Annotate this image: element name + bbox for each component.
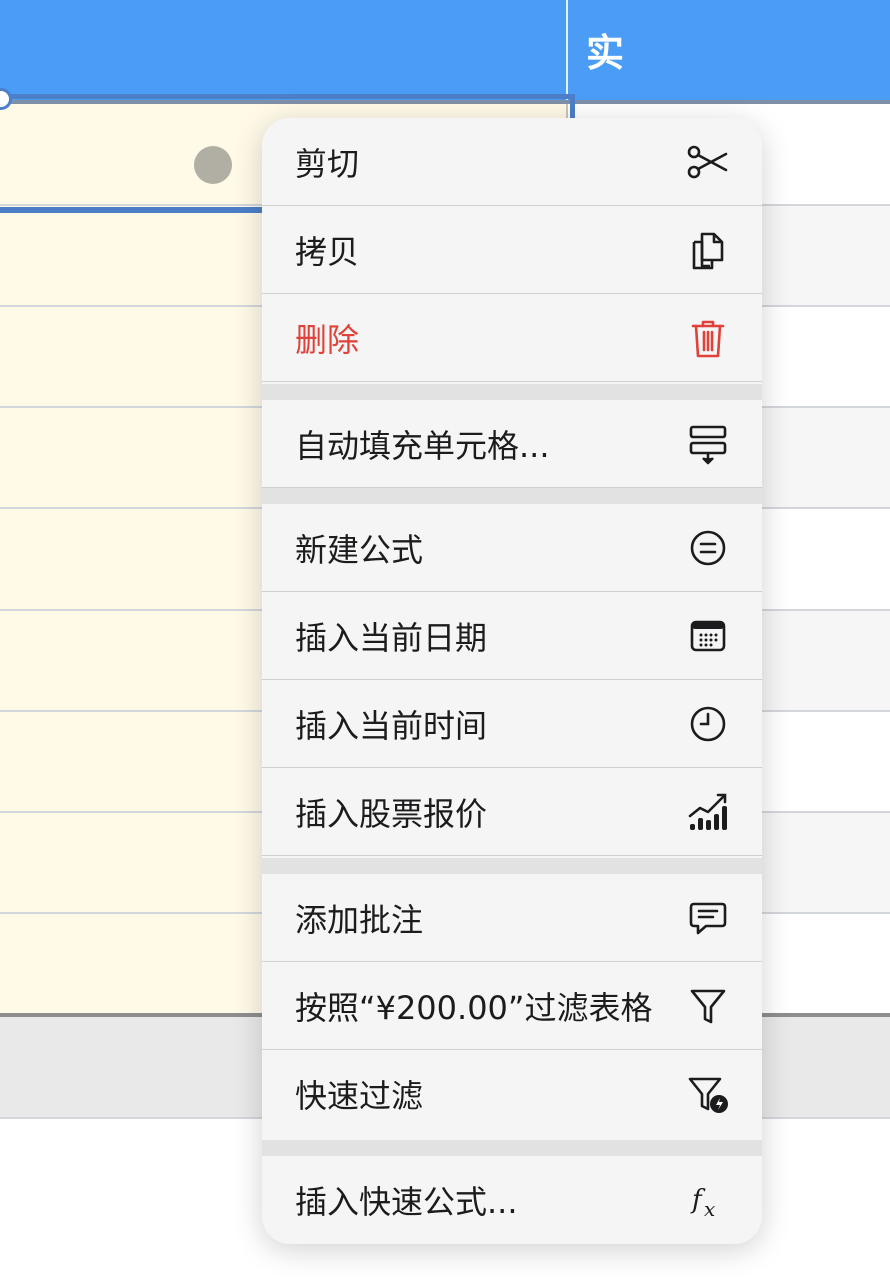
clock-icon bbox=[690, 706, 726, 741]
fx-icon: f x bbox=[690, 1185, 715, 1221]
comment-icon bbox=[689, 902, 727, 934]
selection-border-top bbox=[0, 94, 575, 99]
menu-item-label: 快速过滤 bbox=[295, 1077, 424, 1115]
menu-item-label: 自动填充单元格... bbox=[295, 426, 550, 465]
menu-item-label: 拷贝 bbox=[295, 232, 360, 271]
scissors-icon bbox=[687, 145, 728, 178]
menu-item-insert-date[interactable]: 插入当前日期 bbox=[262, 592, 762, 680]
menu-item-label: 新建公式 bbox=[295, 530, 424, 569]
menu-item-quick-formula[interactable]: 插入快速公式... f x bbox=[262, 1156, 762, 1244]
menu-item-label: 按照“¥200.00”过滤表格 bbox=[295, 988, 653, 1027]
menu-separator bbox=[262, 858, 762, 874]
menu-item-delete[interactable]: 删除 bbox=[262, 294, 762, 382]
menu-item-quick-filter[interactable]: 快速过滤 bbox=[262, 1050, 762, 1138]
menu-item-label: 剪切 bbox=[295, 144, 360, 183]
menu-item-add-comment[interactable]: 添加批注 bbox=[262, 874, 762, 962]
menu-item-new-formula[interactable]: 新建公式 bbox=[262, 504, 762, 592]
menu-separator bbox=[262, 384, 762, 400]
quick-filter-icon bbox=[688, 1077, 728, 1113]
stock-chart-icon bbox=[688, 793, 727, 830]
menu-item-cut[interactable]: 剪切 bbox=[262, 118, 762, 206]
menu-item-label: 添加批注 bbox=[295, 900, 424, 939]
column-header-label[interactable]: 实 bbox=[586, 22, 624, 77]
menu-separator bbox=[262, 488, 762, 504]
menu-separator bbox=[262, 1140, 762, 1156]
header-divider bbox=[566, 0, 568, 100]
calendar-icon bbox=[690, 620, 726, 651]
context-menu: 剪切 拷贝 删除 自动填充单元格... 新建公式 插入当前日期 插入当前时间 插… bbox=[262, 118, 762, 1244]
menu-item-insert-time[interactable]: 插入当前时间 bbox=[262, 680, 762, 768]
equals-circle-icon bbox=[690, 530, 726, 565]
menu-item-autofill[interactable]: 自动填充单元格... bbox=[262, 400, 762, 488]
cell-drag-handle[interactable] bbox=[194, 146, 232, 184]
menu-item-label: 插入快速公式... bbox=[295, 1183, 518, 1221]
menu-item-insert-stock[interactable]: 插入股票报价 bbox=[262, 768, 762, 856]
menu-item-label: 插入当前时间 bbox=[295, 706, 488, 745]
menu-item-filter-table[interactable]: 按照“¥200.00”过滤表格 bbox=[262, 962, 762, 1050]
menu-item-label: 插入当前日期 bbox=[295, 618, 488, 657]
copy-icon bbox=[692, 232, 724, 269]
autofill-icon bbox=[689, 425, 727, 464]
menu-item-label: 删除 bbox=[295, 320, 360, 359]
menu-item-label: 插入股票报价 bbox=[295, 794, 488, 833]
filter-icon bbox=[690, 989, 726, 1023]
svg-text:x: x bbox=[704, 1197, 715, 1221]
column-header-bar: 实 bbox=[0, 0, 890, 100]
menu-item-copy[interactable]: 拷贝 bbox=[262, 206, 762, 294]
trash-icon bbox=[691, 320, 725, 357]
